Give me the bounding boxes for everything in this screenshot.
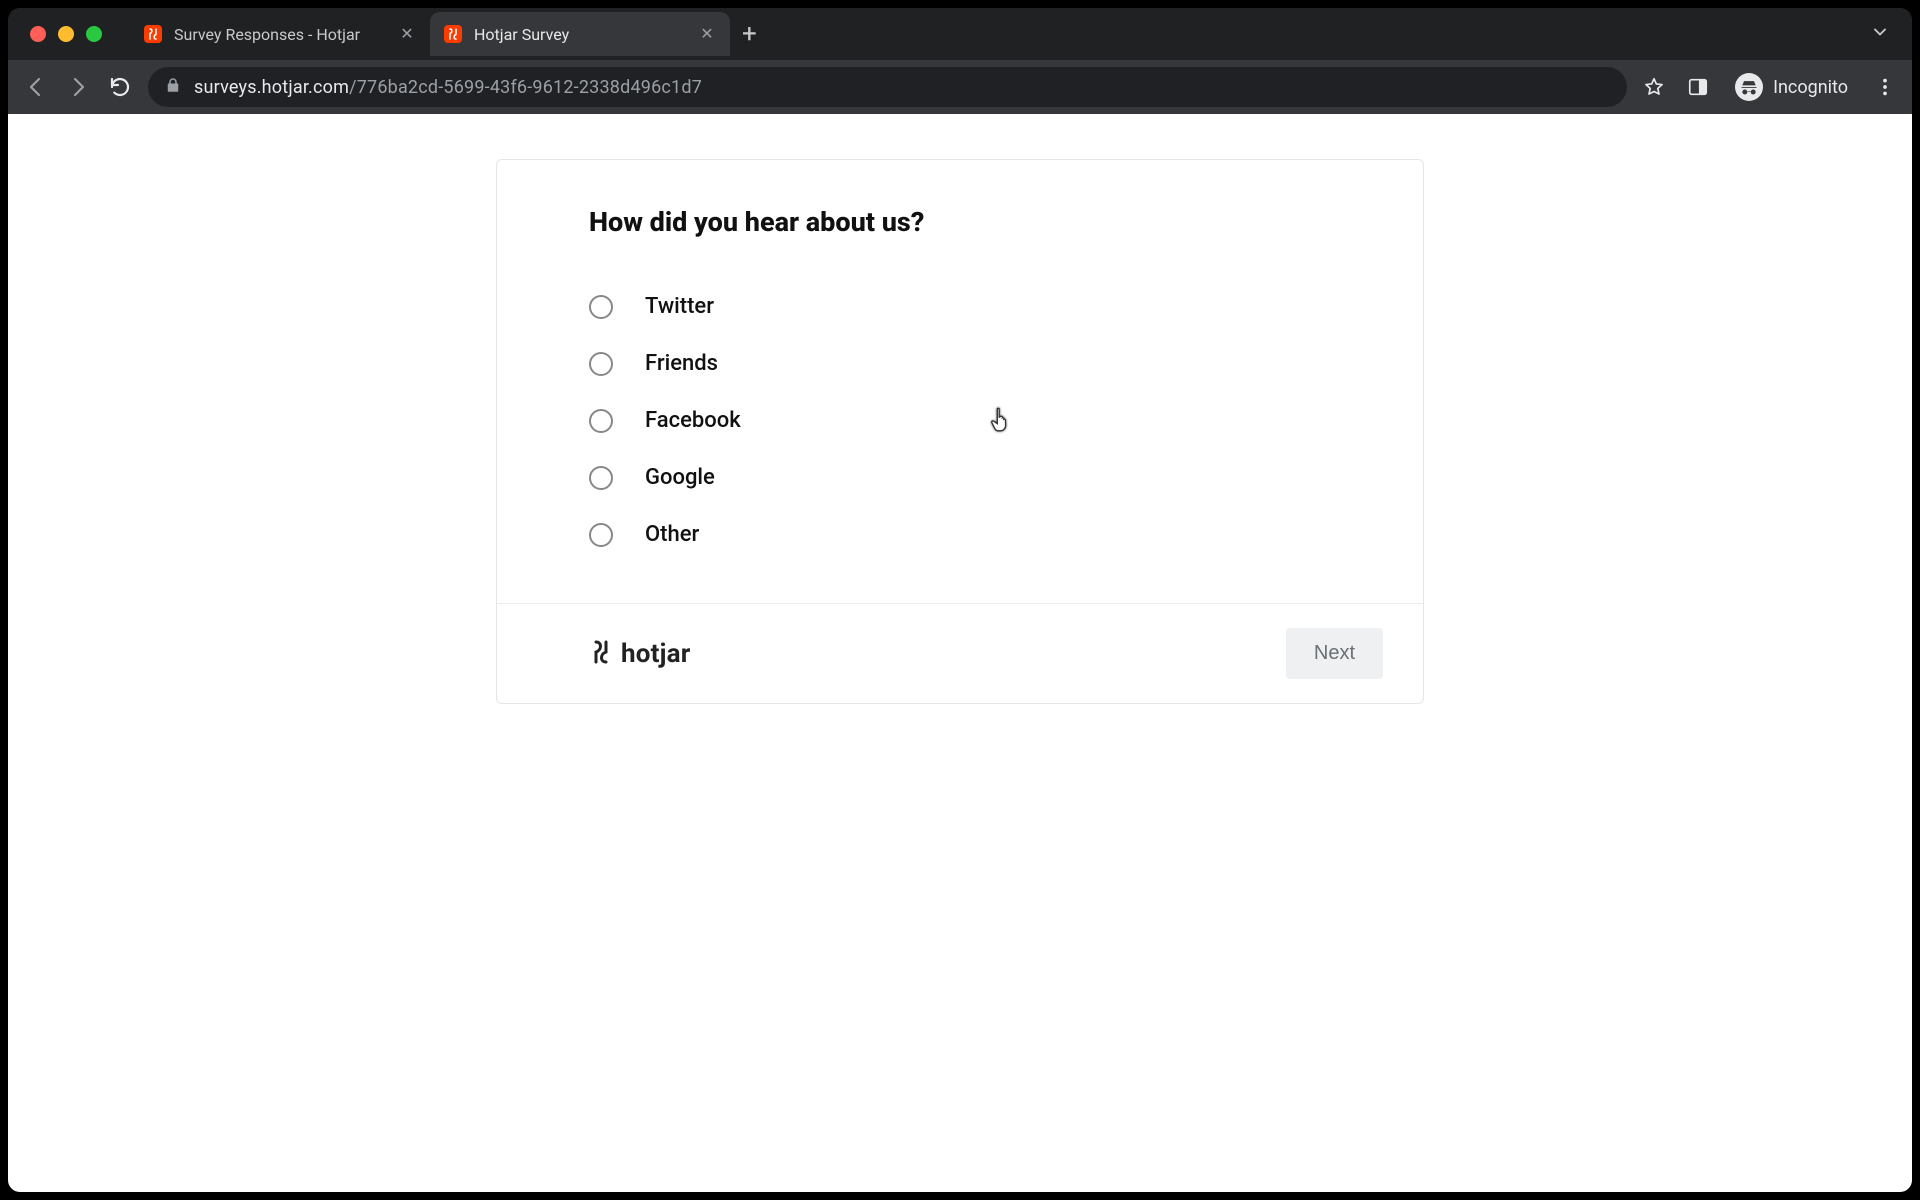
url-domain: surveys.hotjar.com bbox=[194, 77, 349, 98]
tab-close-icon[interactable]: ✕ bbox=[698, 26, 716, 42]
close-window-button[interactable] bbox=[30, 26, 46, 42]
radio-icon bbox=[589, 409, 613, 433]
survey-footer: hotjar Next bbox=[497, 603, 1423, 703]
url-path: /776ba2cd-5699-43f6-9612-2338d496c1d7 bbox=[349, 77, 702, 98]
option-other[interactable]: Other bbox=[589, 506, 1331, 563]
radio-icon bbox=[589, 352, 613, 376]
radio-icon bbox=[589, 466, 613, 490]
option-friends[interactable]: Friends bbox=[589, 335, 1331, 392]
option-google[interactable]: Google bbox=[589, 449, 1331, 506]
forward-button[interactable] bbox=[64, 73, 92, 101]
radio-icon bbox=[589, 295, 613, 319]
side-panel-icon[interactable] bbox=[1685, 74, 1711, 100]
incognito-indicator[interactable]: Incognito bbox=[1729, 69, 1854, 105]
option-label: Facebook bbox=[645, 408, 741, 433]
option-label: Twitter bbox=[645, 294, 714, 319]
option-facebook[interactable]: Facebook bbox=[589, 392, 1331, 449]
tab-hotjar-survey[interactable]: Hotjar Survey ✕ bbox=[430, 12, 730, 56]
page-viewport: How did you hear about us? Twitter Frien… bbox=[8, 114, 1912, 1192]
survey-card: How did you hear about us? Twitter Frien… bbox=[496, 159, 1424, 704]
tabs-menu-button[interactable] bbox=[1870, 22, 1900, 46]
bookmark-star-icon[interactable] bbox=[1641, 74, 1667, 100]
maximize-window-button[interactable] bbox=[86, 26, 102, 42]
reload-button[interactable] bbox=[106, 73, 134, 101]
tab-title: Survey Responses - Hotjar bbox=[174, 25, 386, 44]
window-controls bbox=[30, 26, 102, 42]
minimize-window-button[interactable] bbox=[58, 26, 74, 42]
hotjar-wordmark: hotjar bbox=[621, 639, 690, 669]
incognito-label: Incognito bbox=[1773, 77, 1848, 98]
tab-title: Hotjar Survey bbox=[474, 25, 686, 44]
tab-survey-responses[interactable]: Survey Responses - Hotjar ✕ bbox=[130, 12, 430, 56]
tab-close-icon[interactable]: ✕ bbox=[398, 26, 416, 42]
survey-question: How did you hear about us? bbox=[589, 206, 1331, 238]
next-button[interactable]: Next bbox=[1286, 628, 1383, 679]
incognito-icon bbox=[1735, 73, 1763, 101]
hotjar-favicon-icon bbox=[444, 25, 462, 43]
hotjar-flame-icon bbox=[589, 640, 613, 668]
option-label: Other bbox=[645, 522, 699, 547]
lock-icon bbox=[164, 76, 182, 98]
kebab-menu-icon[interactable] bbox=[1872, 74, 1898, 100]
survey-body: How did you hear about us? Twitter Frien… bbox=[497, 160, 1423, 603]
radio-icon bbox=[589, 523, 613, 547]
address-bar[interactable]: surveys.hotjar.com/776ba2cd-5699-43f6-96… bbox=[148, 67, 1627, 107]
option-twitter[interactable]: Twitter bbox=[589, 278, 1331, 335]
toolbar-right: Incognito bbox=[1641, 69, 1898, 105]
browser-window: Survey Responses - Hotjar ✕ Hotjar Surve… bbox=[8, 8, 1912, 1192]
option-label: Friends bbox=[645, 351, 718, 376]
tab-strip: Survey Responses - Hotjar ✕ Hotjar Surve… bbox=[8, 8, 1912, 60]
back-button[interactable] bbox=[22, 73, 50, 101]
hotjar-favicon-icon bbox=[144, 25, 162, 43]
new-tab-button[interactable]: + bbox=[730, 21, 769, 47]
hotjar-logo[interactable]: hotjar bbox=[589, 639, 690, 669]
url-text: surveys.hotjar.com/776ba2cd-5699-43f6-96… bbox=[194, 77, 702, 98]
option-label: Google bbox=[645, 465, 715, 490]
browser-toolbar: surveys.hotjar.com/776ba2cd-5699-43f6-96… bbox=[8, 60, 1912, 114]
tabs: Survey Responses - Hotjar ✕ Hotjar Surve… bbox=[130, 8, 769, 60]
